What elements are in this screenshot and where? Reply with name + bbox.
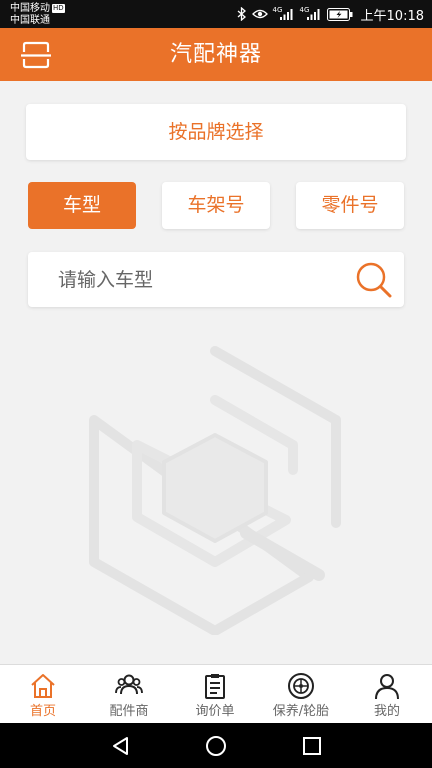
tab-part-number[interactable]: 零件号 xyxy=(296,182,404,229)
clock: 上午10:18 xyxy=(360,8,424,24)
tab-vin[interactable]: 车架号 xyxy=(162,182,270,229)
watermark-logo xyxy=(89,346,341,635)
person-icon xyxy=(375,674,399,700)
carrier-secondary: 中国联通 xyxy=(10,15,50,26)
tab-vehicle-model[interactable]: 车型 xyxy=(28,182,136,229)
search-input[interactable] xyxy=(28,252,348,307)
bottom-nav: 首页 配件商 询价单 保养/轮胎 我的 xyxy=(0,664,432,724)
network-type-1: 4G xyxy=(272,6,283,14)
home-icon xyxy=(31,674,55,698)
search-button[interactable] xyxy=(354,260,394,300)
nav-label-maintenance: 保养/轮胎 xyxy=(272,704,330,719)
app-title: 汽配神器 xyxy=(169,42,262,67)
system-nav-bar xyxy=(0,723,432,768)
nav-label-suppliers: 配件商 xyxy=(109,704,149,719)
nav-label-home: 首页 xyxy=(29,704,56,719)
battery-icon xyxy=(326,7,353,21)
home-circle-icon[interactable] xyxy=(205,735,227,757)
search-icon xyxy=(356,262,392,298)
bluetooth-icon xyxy=(237,7,247,21)
carrier-primary: 中国移动 HD xyxy=(10,3,65,14)
users-icon xyxy=(115,674,143,695)
brand-select-button[interactable]: 按品牌选择 xyxy=(26,104,406,160)
nav-item-profile[interactable]: 我的 xyxy=(344,665,430,724)
nav-item-maintenance[interactable]: 保养/轮胎 xyxy=(258,665,344,724)
app-bar: 汽配神器 xyxy=(0,28,432,81)
eye-icon xyxy=(251,8,268,20)
recents-icon[interactable] xyxy=(301,735,323,757)
nav-item-suppliers[interactable]: 配件商 xyxy=(86,665,172,724)
status-bar: 中国移动 HD 中国联通 4G 4G 上午10:18 xyxy=(0,0,432,28)
nav-item-inquiry[interactable]: 询价单 xyxy=(172,665,258,724)
hd-badge: HD xyxy=(52,4,65,13)
nav-label-inquiry: 询价单 xyxy=(195,704,235,719)
search-box xyxy=(28,252,404,307)
carrier-name-1: 中国移动 xyxy=(10,3,50,14)
signal-icon-1: 4G xyxy=(272,6,295,21)
status-indicators: 4G 4G 上午10:18 xyxy=(237,0,424,28)
back-icon[interactable] xyxy=(110,735,132,757)
tire-icon xyxy=(288,673,314,699)
clipboard-icon xyxy=(205,674,225,699)
signal-icon-2: 4G xyxy=(299,6,322,21)
network-type-2: 4G xyxy=(299,6,310,14)
nav-item-home[interactable]: 首页 xyxy=(0,665,86,724)
nav-label-profile: 我的 xyxy=(373,704,400,719)
